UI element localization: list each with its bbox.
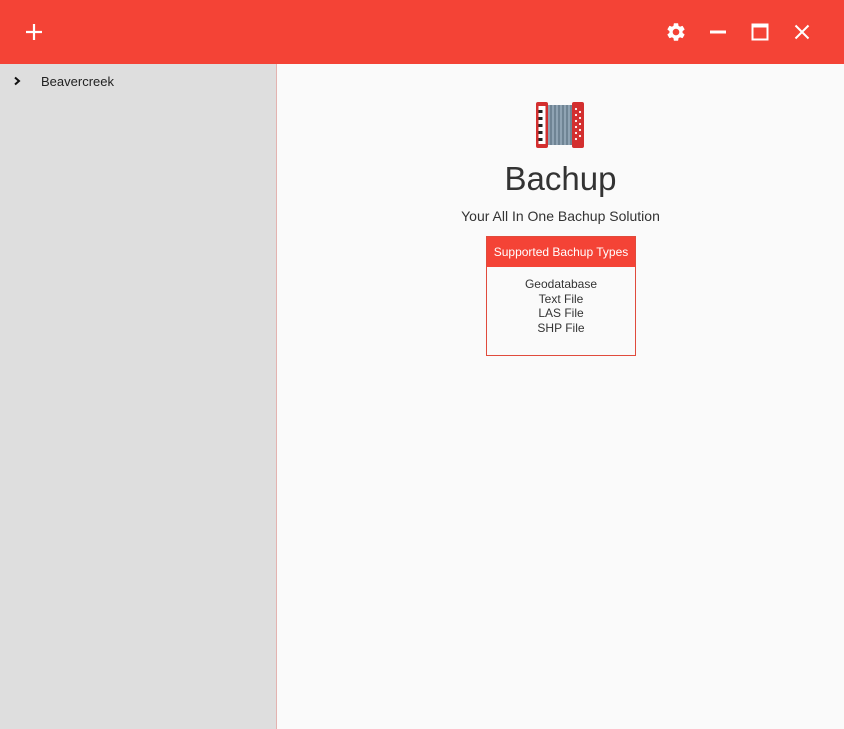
chevron-right-icon[interactable]	[8, 72, 26, 90]
supported-types-card: Supported Bachup Types Geodatabase Text …	[486, 236, 636, 356]
sidebar: Beavercreek	[0, 64, 277, 729]
list-item: LAS File	[538, 306, 584, 320]
add-button[interactable]	[20, 18, 48, 46]
close-icon	[794, 24, 810, 40]
app-subtitle: Your All In One Bachup Solution	[461, 208, 660, 224]
supported-types-list: Geodatabase Text File LAS File SHP File	[487, 267, 635, 335]
list-item: Geodatabase	[524, 277, 598, 291]
list-item: Text File	[538, 291, 584, 306]
minimize-button[interactable]	[704, 18, 732, 46]
tree-item-beavercreek[interactable]: Beavercreek	[8, 72, 114, 90]
list-item: SHP File	[537, 320, 585, 335]
accordion-icon	[536, 102, 584, 148]
main-content: Bachup Your All In One Bachup Solution S…	[277, 64, 844, 729]
maximize-button[interactable]	[746, 18, 774, 46]
plus-icon	[26, 24, 42, 40]
settings-button[interactable]	[662, 18, 690, 46]
minimize-icon	[710, 30, 726, 34]
close-button[interactable]	[788, 18, 816, 46]
title-bar	[0, 0, 844, 64]
supported-types-header: Supported Bachup Types	[487, 237, 635, 267]
tree-item-label: Beavercreek	[41, 73, 114, 89]
gear-icon	[667, 23, 685, 41]
maximize-icon	[751, 23, 769, 41]
app-title: Bachup	[504, 160, 617, 197]
